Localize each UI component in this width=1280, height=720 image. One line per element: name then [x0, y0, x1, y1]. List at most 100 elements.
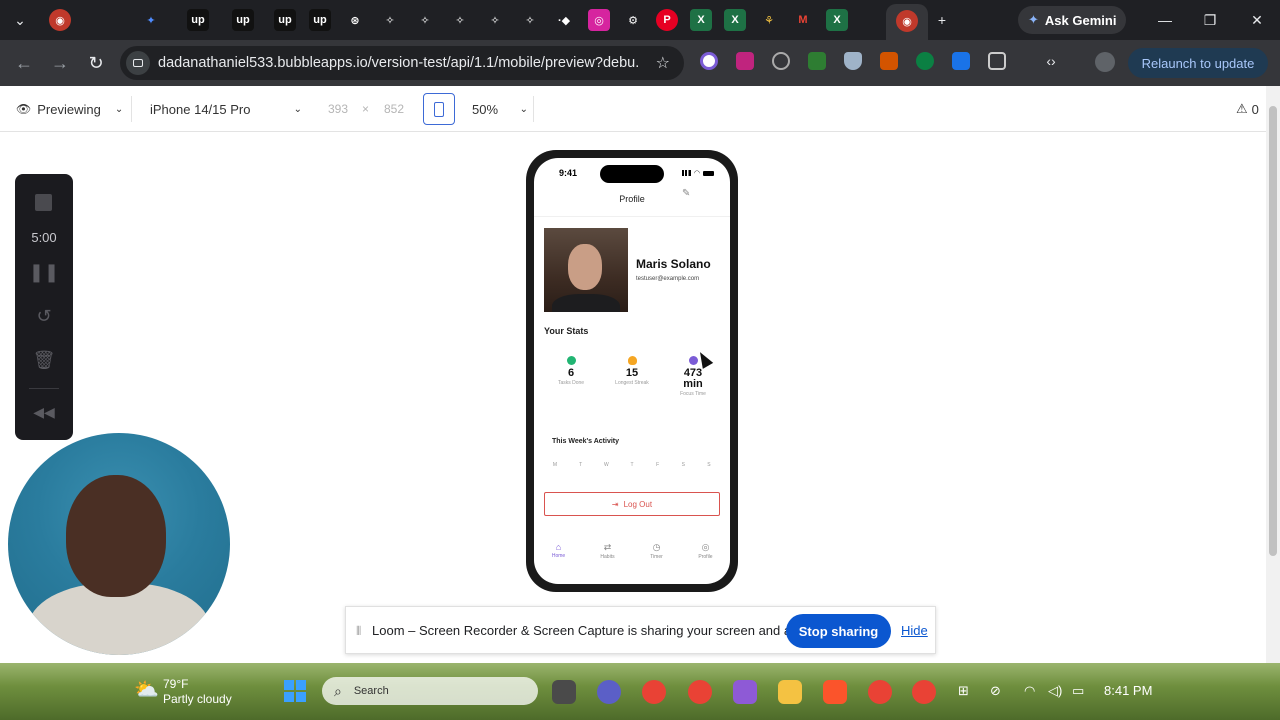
minimize-icon[interactable]: —: [1153, 8, 1177, 32]
site-info-icon[interactable]: [126, 51, 150, 75]
tab-loom-icon[interactable]: ◉: [49, 9, 71, 31]
reload-icon[interactable]: ↻: [84, 51, 108, 75]
width-field[interactable]: 393: [328, 94, 348, 124]
chrome-icon-2[interactable]: [868, 680, 892, 704]
tab-bubble-icon-2[interactable]: ✧: [414, 9, 436, 31]
ask-gemini-button[interactable]: ✦ Ask Gemini: [1018, 6, 1126, 34]
address-bar[interactable]: dadanathaniel533.bubbleapps.io/version-t…: [120, 46, 684, 80]
trash-icon[interactable]: 🗑: [15, 350, 73, 371]
extension-download-icon[interactable]: [736, 52, 754, 70]
tab-bubble-icon-4[interactable]: ✧: [484, 9, 506, 31]
tab-sheets-icon-3[interactable]: X: [826, 9, 848, 31]
sync-off-icon[interactable]: ⊘: [990, 683, 1001, 699]
brave-icon[interactable]: [823, 680, 847, 704]
webcam-bubble[interactable]: [8, 433, 230, 655]
chevron-down-icon: ⌄: [519, 103, 528, 115]
copilot-icon[interactable]: [733, 680, 757, 704]
teams-icon[interactable]: [597, 680, 621, 704]
restore-icon[interactable]: ❐: [1198, 8, 1222, 32]
collapse-icon[interactable]: ◀◀: [15, 404, 73, 421]
chrome-icon[interactable]: [642, 680, 666, 704]
tab-settings-icon[interactable]: ⚙: [622, 9, 644, 31]
tab-bubble-icon[interactable]: ✧: [379, 9, 401, 31]
taskview-icon[interactable]: [552, 680, 576, 704]
extension-icon-1[interactable]: [700, 52, 718, 70]
profile-avatar[interactable]: [1095, 52, 1115, 72]
extensions-puzzle-icon[interactable]: [988, 52, 1006, 70]
mode-label: Previewing: [37, 101, 101, 117]
drag-handle-icon[interactable]: ⦀: [356, 624, 361, 639]
volume-icon[interactable]: ◁): [1048, 683, 1062, 699]
extension-gear-icon[interactable]: [952, 52, 970, 70]
extension-cube-icon[interactable]: [880, 52, 898, 70]
restart-icon[interactable]: ↺: [15, 306, 73, 327]
wifi-icon[interactable]: ◠: [1024, 683, 1035, 699]
issues-indicator[interactable]: ⚠ 0: [1236, 94, 1259, 124]
address-url[interactable]: dadanathaniel533.bubbleapps.io/version-t…: [158, 55, 638, 71]
relaunch-button[interactable]: Relaunch to update: [1128, 48, 1268, 78]
tab-bubble-icon-3[interactable]: ✧: [449, 9, 471, 31]
tab-upwork-icon[interactable]: up: [187, 9, 209, 31]
tab-sheets-icon-2[interactable]: X: [724, 9, 746, 31]
tab-openai-icon[interactable]: ⊛: [344, 9, 366, 31]
tab-active-loom[interactable]: ◉: [886, 4, 928, 40]
tab-gmail-icon[interactable]: M: [792, 9, 814, 31]
nav-profile[interactable]: ◎ Profile: [686, 542, 726, 574]
devtools-code-icon[interactable]: ‹›: [1042, 52, 1060, 70]
stop-recording-icon[interactable]: [35, 194, 52, 211]
nav-habits[interactable]: ⇄ Habits: [588, 542, 628, 574]
logout-label: Log Out: [623, 499, 653, 509]
hide-button[interactable]: Hide: [901, 623, 928, 638]
extension-green-icon[interactable]: [808, 52, 826, 70]
device-orientation-button[interactable]: [423, 93, 455, 125]
page-title: Profile: [619, 194, 645, 204]
extension-loader-icon[interactable]: [772, 52, 790, 70]
tab-app-icon[interactable]: ⚘: [758, 9, 780, 31]
tab-dev-icon[interactable]: ·◆: [553, 9, 575, 31]
chrome-profile-icon[interactable]: [688, 680, 712, 704]
tab-upwork-icon-3[interactable]: up: [274, 9, 296, 31]
chevron-down-icon: ⌄: [293, 103, 302, 115]
tab-upwork-icon-4[interactable]: up: [309, 9, 331, 31]
dynamic-island: [600, 165, 664, 183]
tab-upwork-icon-2[interactable]: up: [232, 9, 254, 31]
tray-apps-icon[interactable]: ⊞: [958, 683, 969, 699]
tab-search-chevron-icon[interactable]: ⌄: [8, 8, 32, 32]
new-tab-icon[interactable]: +: [930, 8, 954, 32]
back-icon[interactable]: ←: [12, 51, 36, 75]
extension-shield-icon[interactable]: [844, 52, 862, 70]
file-explorer-icon[interactable]: [778, 680, 802, 704]
warning-icon: ⚠: [1236, 101, 1248, 116]
nav-label: Profile: [698, 554, 713, 560]
taskbar-clock[interactable]: 8:41 PM: [1104, 683, 1152, 698]
zoom-dropdown[interactable]: 50% ⌄: [472, 94, 528, 124]
taskbar-search[interactable]: ⌕ Search: [322, 677, 538, 705]
bookmark-star-icon[interactable]: ☆: [656, 53, 670, 73]
tab-instagram-icon[interactable]: ◎: [588, 9, 610, 31]
tab-bubble-icon-5[interactable]: ✧: [519, 9, 541, 31]
tab-pinterest-icon[interactable]: P: [656, 9, 678, 31]
repeat-icon: ⇄: [603, 542, 612, 552]
pause-icon[interactable]: ❚❚: [15, 262, 73, 283]
chrome-icon-3[interactable]: [912, 680, 936, 704]
tab-sheets-icon[interactable]: X: [690, 9, 712, 31]
taskbar-search-label: Search: [353, 685, 389, 697]
edit-pencil-icon[interactable]: ✎: [682, 188, 690, 199]
close-icon[interactable]: ✕: [1245, 8, 1269, 32]
extension-d-icon[interactable]: [916, 52, 934, 70]
tab-active-loom-icon: ◉: [896, 10, 918, 32]
nav-timer[interactable]: ◷ Timer: [637, 542, 677, 574]
windows-start-icon[interactable]: [284, 680, 306, 702]
battery-icon[interactable]: ▭: [1072, 683, 1084, 699]
scrollbar-thumb[interactable]: [1269, 106, 1277, 556]
day-label: F: [656, 462, 660, 468]
stop-sharing-button[interactable]: Stop sharing: [786, 614, 891, 648]
page-scrollbar[interactable]: [1266, 86, 1280, 663]
height-field[interactable]: 852: [384, 94, 404, 124]
logout-button[interactable]: ⇥ Log Out: [544, 492, 720, 516]
forward-icon[interactable]: →: [48, 51, 72, 75]
mode-dropdown[interactable]: 👁 Previewing ⌄: [16, 94, 123, 124]
device-dropdown[interactable]: iPhone 14/15 Pro ⌄: [150, 94, 302, 124]
nav-home[interactable]: ⌂ Home: [539, 542, 579, 574]
tab-gemini-icon[interactable]: ✦: [140, 9, 162, 31]
